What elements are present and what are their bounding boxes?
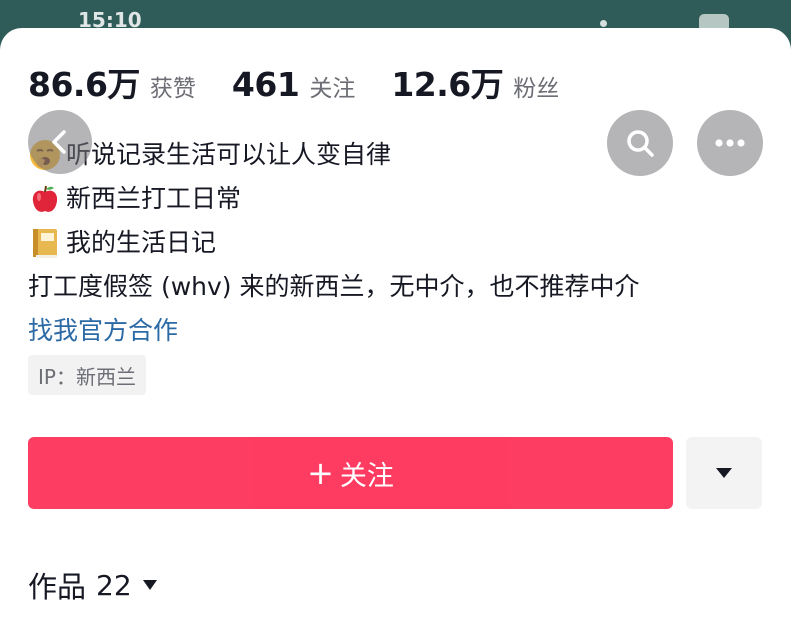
follow-button[interactable]: + 关注 <box>28 437 673 509</box>
ip-location-text: IP：新西兰 <box>38 364 136 389</box>
caret-down-icon <box>142 580 157 590</box>
bio-text-3: 我的生活日记 <box>66 228 217 257</box>
ellipsis-icon <box>715 139 745 147</box>
back-button[interactable] <box>28 110 92 174</box>
status-indicator-icon <box>600 20 607 27</box>
bio-line: 打工度假签 (whv) 来的新西兰，无中介，也不推荐中介 <box>28 265 640 309</box>
bio-text-2: 新西兰打工日常 <box>66 184 242 213</box>
business-contact-link[interactable]: 找我官方合作 <box>28 309 640 353</box>
profile-stats: 86.6万 获赞 461 关注 12.6万 粉丝 <box>28 58 595 104</box>
stat-following[interactable]: 461 关注 <box>232 65 355 104</box>
search-icon <box>627 130 654 157</box>
likes-label: 获赞 <box>149 76 196 102</box>
works-tab[interactable]: 作品 22 <box>28 564 158 606</box>
caret-down-icon <box>716 468 732 478</box>
plus-icon: + <box>307 454 334 492</box>
chevron-left-icon <box>52 130 66 154</box>
bio-text-4: 打工度假签 (whv) 来的新西兰，无中介，也不推荐中介 <box>28 272 640 301</box>
followers-label: 粉丝 <box>513 76 560 102</box>
business-contact-label: 找我官方合作 <box>28 316 179 345</box>
following-label: 关注 <box>309 76 356 102</box>
more-options-button[interactable] <box>697 110 763 176</box>
search-button[interactable] <box>607 110 673 176</box>
ip-location-tag: IP：新西兰 <box>28 355 146 395</box>
stat-followers[interactable]: 12.6万 粉丝 <box>391 58 559 106</box>
profile-bio: 听说记录生活可以让人变自律 新西兰打工日常 我的生活日记 打工度假签 (whv)… <box>28 133 640 353</box>
profile-sheet: 86.6万 获赞 461 关注 12.6万 粉丝 听说记录生活可以让人变自律 新… <box>0 28 791 617</box>
bio-line: 我的生活日记 <box>28 221 640 265</box>
works-label: 作品 <box>28 570 87 604</box>
recommend-dropdown-button[interactable] <box>686 437 762 509</box>
follow-label: 关注 <box>339 460 394 492</box>
following-count: 461 <box>231 65 300 104</box>
bio-line: 听说记录生活可以让人变自律 <box>28 133 640 177</box>
likes-count: 86.6万 <box>28 65 140 104</box>
bio-line: 新西兰打工日常 <box>28 177 640 221</box>
followers-count: 12.6万 <box>391 65 504 104</box>
stat-likes[interactable]: 86.6万 获赞 <box>28 58 196 106</box>
works-count: 22 <box>96 568 132 602</box>
red-apple-emoji-icon <box>28 182 62 216</box>
notebook-emoji-icon <box>28 226 62 260</box>
bio-text-1: 听说记录生活可以让人变自律 <box>66 140 392 169</box>
